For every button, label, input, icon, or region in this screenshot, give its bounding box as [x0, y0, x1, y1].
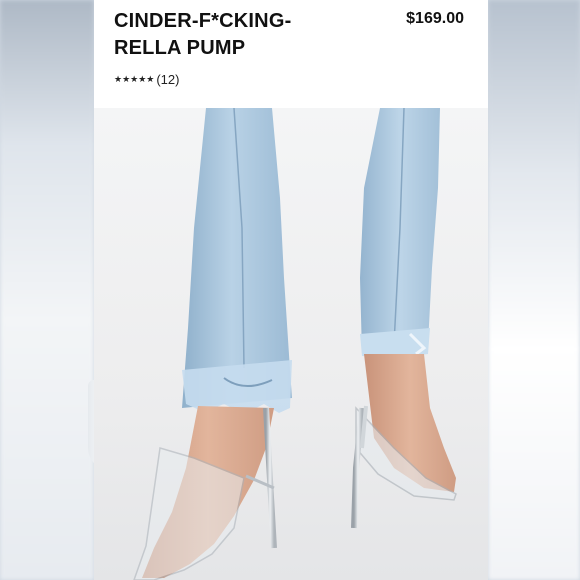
- product-header: CINDER-F*CKING- RELLA PUMP $169.00 ★★★★★…: [94, 0, 488, 108]
- product-card: CINDER-F*CKING- RELLA PUMP $169.00 ★★★★★…: [94, 0, 488, 580]
- product-title-line-2: RELLA PUMP: [114, 37, 246, 59]
- product-title-line-1: CINDER-F*CKING-: [114, 10, 292, 32]
- blurred-background-left: [0, 0, 94, 580]
- star-rating-icon: ★★★★★: [114, 74, 155, 84]
- blurred-background-right: [488, 0, 580, 580]
- product-photo-illustration: [133, 107, 457, 580]
- product-price: $169.00: [406, 10, 464, 27]
- review-count[interactable]: (12): [156, 72, 179, 87]
- product-photo: [94, 107, 488, 580]
- product-title: CINDER-F*CKING- RELLA PUMP: [114, 8, 374, 62]
- product-rating[interactable]: ★★★★★ (12): [114, 72, 179, 87]
